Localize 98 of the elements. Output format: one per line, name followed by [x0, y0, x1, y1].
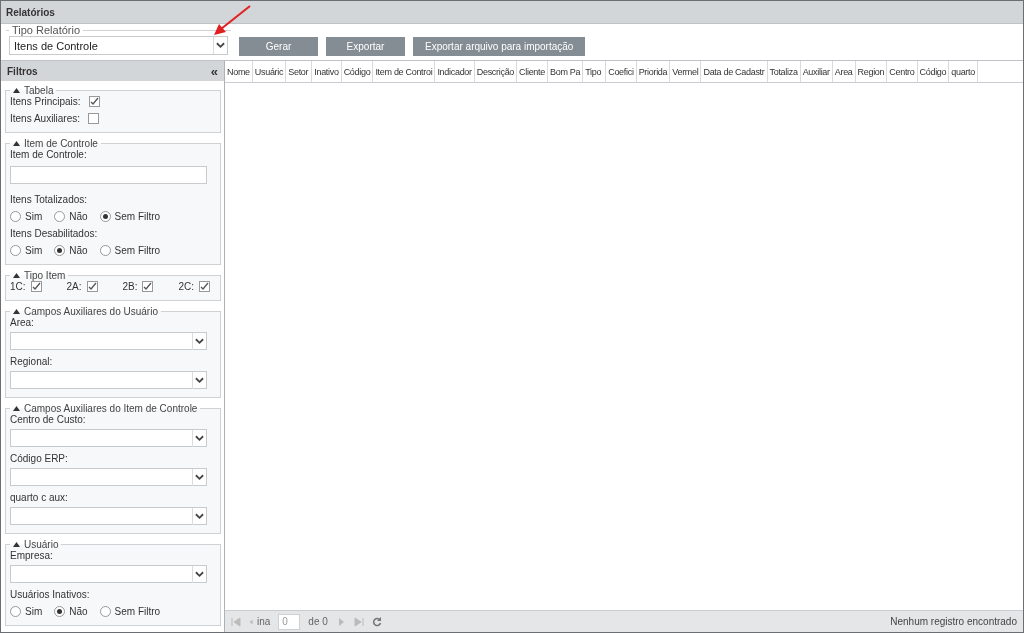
- field-label: Itens Desabilitados:: [10, 228, 99, 239]
- collapse-button[interactable]: «: [210, 63, 218, 79]
- radio-button[interactable]: [54, 245, 66, 256]
- select-field[interactable]: [10, 371, 207, 389]
- checkbox-label: 1C:: [10, 281, 26, 292]
- chevron-down-icon[interactable]: [192, 429, 206, 447]
- chevron-down-icon[interactable]: [213, 37, 227, 54]
- field-label: Regional:: [10, 356, 54, 367]
- radio-button[interactable]: [99, 245, 111, 256]
- chevron-down-icon[interactable]: [192, 507, 206, 525]
- radio-button[interactable]: [54, 606, 66, 617]
- checkbox[interactable]: [198, 281, 210, 292]
- field-label: Empresa:: [10, 550, 54, 561]
- section-title[interactable]: Item de Controle: [24, 138, 98, 149]
- column-header[interactable]: Centro: [887, 61, 918, 82]
- input-field[interactable]: [10, 166, 207, 184]
- column-header[interactable]: Bom Pa: [548, 61, 584, 82]
- column-header[interactable]: Indicador: [435, 61, 475, 82]
- field-label: Item de Controle:: [10, 149, 88, 160]
- triangle-icon[interactable]: [13, 406, 20, 411]
- chevron-down-icon[interactable]: [192, 371, 206, 389]
- field-label: Código ERP:: [10, 453, 69, 464]
- field-legend: Tipo Relatório: [9, 24, 84, 36]
- refresh-icon[interactable]: [371, 616, 382, 627]
- column-header[interactable]: Nome: [225, 61, 253, 82]
- radio-label: Sim: [25, 211, 43, 222]
- section-title[interactable]: Tabela: [24, 85, 54, 96]
- field-label: Usuários Inativos:: [10, 589, 91, 600]
- section-title[interactable]: Usuário: [24, 539, 59, 550]
- radio-label: Sem Filtro: [114, 606, 161, 617]
- chevron-down-icon[interactable]: [192, 565, 206, 583]
- radio-label: Sem Filtro: [114, 245, 161, 256]
- radio-button[interactable]: [54, 211, 66, 222]
- triangle-icon[interactable]: [13, 542, 20, 547]
- column-header[interactable]: Area: [832, 61, 856, 82]
- column-header[interactable]: Totaliza: [767, 61, 801, 82]
- radio-button[interactable]: [10, 606, 21, 617]
- field-label: Area:: [10, 317, 35, 328]
- checkbox-label: 2B:: [122, 281, 138, 292]
- triangle-icon[interactable]: [13, 273, 20, 278]
- triangle-icon[interactable]: [13, 309, 20, 314]
- select-field[interactable]: [10, 429, 207, 447]
- column-header[interactable]: Priorida: [636, 61, 671, 82]
- select-field[interactable]: [10, 468, 207, 486]
- section-title[interactable]: Campos Auxiliares do Item de Controle: [24, 403, 198, 414]
- column-header[interactable]: Item de Controi: [373, 61, 436, 82]
- annotation-arrow: [212, 4, 252, 36]
- checkbox-label: Itens Principais:: [10, 96, 81, 107]
- radio-label: Não: [69, 606, 88, 617]
- checkbox[interactable]: [88, 96, 100, 107]
- column-header[interactable]: Descrição: [474, 61, 518, 82]
- report-type-select[interactable]: Itens de Controle: [9, 36, 228, 55]
- column-header[interactable]: Coefici: [606, 61, 637, 82]
- radio-button[interactable]: [99, 211, 111, 222]
- column-header[interactable]: Inativo: [312, 61, 342, 82]
- checkbox[interactable]: [86, 281, 98, 292]
- chevron-down-icon[interactable]: [192, 468, 206, 486]
- column-header[interactable]: Código: [917, 61, 950, 82]
- column-header[interactable]: Setor: [286, 61, 313, 82]
- radio-label: Sim: [25, 245, 43, 256]
- page-label: ina: [257, 616, 271, 627]
- select-field[interactable]: [10, 507, 207, 525]
- column-header[interactable]: Tipo: [583, 61, 607, 82]
- column-header[interactable]: Region: [855, 61, 888, 82]
- select-field[interactable]: [10, 332, 207, 350]
- column-header[interactable]: Cliente: [517, 61, 548, 82]
- checkbox[interactable]: [142, 281, 154, 292]
- checkbox-label: Itens Auxiliares:: [10, 113, 81, 124]
- status-text: Nenhum registro encontrado: [890, 616, 1017, 627]
- chevron-down-icon[interactable]: [192, 332, 206, 350]
- radio-label: Não: [69, 245, 88, 256]
- column-header[interactable]: Usuáric: [252, 61, 287, 82]
- radio-button[interactable]: [10, 245, 21, 256]
- column-header[interactable]: quarto: [949, 61, 978, 82]
- column-header[interactable]: Data de Cadastr: [701, 61, 768, 82]
- section-title[interactable]: Campos Auxiliares do Usuário: [24, 306, 158, 317]
- radio-label: Não: [69, 211, 88, 222]
- triangle-icon[interactable]: [13, 141, 20, 146]
- checkbox[interactable]: [30, 281, 42, 292]
- radio-button[interactable]: [10, 211, 21, 222]
- column-header[interactable]: Auxiliar: [800, 61, 833, 82]
- field-label: quarto c aux:: [10, 492, 69, 503]
- checkbox[interactable]: [88, 113, 100, 124]
- filters-title: Filtros: [7, 65, 38, 77]
- page-count: de 0: [308, 616, 328, 627]
- section-title[interactable]: Tipo Item: [24, 270, 66, 281]
- field-label: Itens Totalizados:: [10, 194, 89, 205]
- triangle-icon[interactable]: [13, 88, 20, 93]
- radio-button[interactable]: [99, 606, 111, 617]
- select-field[interactable]: [10, 565, 207, 583]
- radio-label: Sim: [25, 606, 43, 617]
- checkbox-label: 2C:: [178, 281, 194, 292]
- field-label: Centro de Custo:: [10, 414, 87, 425]
- column-header[interactable]: Vermel: [670, 61, 702, 82]
- radio-label: Sem Filtro: [114, 211, 161, 222]
- column-header[interactable]: Código: [341, 61, 374, 82]
- checkbox-label: 2A:: [66, 281, 82, 292]
- page-title: Relatórios: [6, 6, 55, 18]
